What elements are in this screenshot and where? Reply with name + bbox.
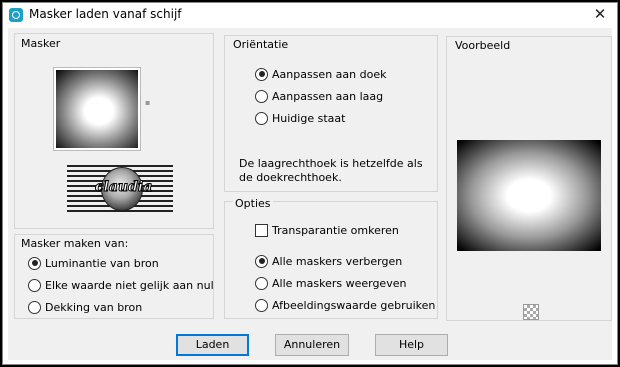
- radio-fit-layer[interactable]: Aanpassen aan laag: [255, 88, 383, 104]
- radio-luminance[interactable]: Luminantie van bron: [28, 255, 159, 271]
- checkbox-indicator[interactable]: [255, 223, 268, 237]
- mask-source-group: Masker maken van: Luminantie van bron El…: [14, 234, 214, 319]
- radio-label: Huidige staat: [272, 111, 346, 125]
- radio-indicator[interactable]: [28, 300, 41, 314]
- help-button[interactable]: Help: [375, 334, 448, 356]
- radio-label: Alle maskers verbergen: [272, 254, 403, 268]
- app-icon: [9, 8, 23, 22]
- preview-group: Voorbeeld: [446, 36, 612, 321]
- load-button[interactable]: Laden: [176, 334, 249, 356]
- radio-indicator[interactable]: [255, 298, 268, 312]
- transparency-toggle-icon[interactable]: [523, 304, 539, 320]
- thumbnail-marker-icon: ▪: [145, 98, 151, 107]
- radio-show-masks[interactable]: Alle maskers weergeven: [255, 275, 406, 291]
- radio-image-value[interactable]: Afbeeldingswaarde gebruiken: [255, 297, 435, 313]
- close-button[interactable]: ✕: [589, 4, 611, 26]
- radio-hide-masks[interactable]: Alle maskers verbergen: [255, 253, 402, 269]
- radio-opacity[interactable]: Dekking van bron: [28, 299, 142, 315]
- radio-label: Elke waarde niet gelijk aan nul: [45, 278, 214, 292]
- radio-label: Dekking van bron: [45, 300, 143, 314]
- invert-transparency-checkbox[interactable]: Transparantie omkeren: [255, 222, 399, 238]
- title-bar[interactable]: Masker laden vanaf schijf ✕: [3, 3, 617, 27]
- radio-label: Alle maskers weergeven: [272, 276, 407, 290]
- radio-indicator[interactable]: [255, 67, 268, 81]
- radio-indicator[interactable]: [255, 89, 268, 103]
- radio-label: Aanpassen aan laag: [272, 89, 384, 103]
- watermark-logo: claudia: [67, 165, 173, 215]
- masker-group: Masker ▪ claudia: [14, 33, 214, 229]
- radio-label: Luminantie van bron: [45, 256, 159, 270]
- radio-indicator[interactable]: [255, 276, 268, 290]
- window-title: Masker laden vanaf schijf: [29, 7, 182, 21]
- radio-label: Aanpassen aan doek: [272, 67, 387, 81]
- masker-group-title: Masker: [21, 37, 61, 50]
- radio-current-state[interactable]: Huidige staat: [255, 110, 345, 126]
- radio-label: Afbeeldingswaarde gebruiken: [272, 298, 436, 312]
- mask-source-title: Masker maken van:: [21, 237, 129, 250]
- radio-indicator[interactable]: [28, 256, 41, 270]
- orientation-title: Oriëntatie: [233, 38, 289, 51]
- preview-title: Voorbeeld: [455, 39, 511, 52]
- orientation-note: De laagrechthoek is hetzelfde als de doe…: [239, 157, 423, 184]
- checkbox-label: Transparantie omkeren: [272, 223, 399, 237]
- radio-indicator[interactable]: [28, 278, 41, 292]
- watermark-logo-text: claudia: [95, 179, 153, 196]
- cancel-button[interactable]: Annuleren: [275, 334, 349, 356]
- dialog-body: Masker ▪ claudia Masker maken van: Lumin…: [8, 28, 612, 360]
- options-group: Opties Transparantie omkeren Alle masker…: [224, 197, 438, 319]
- options-title: Opties: [233, 197, 273, 210]
- radio-indicator[interactable]: [255, 254, 268, 268]
- orientation-group: Oriëntatie Aanpassen aan doek Aanpassen …: [224, 35, 438, 192]
- preview-image: [457, 140, 601, 251]
- dialog-window: Masker laden vanaf schijf ✕ Masker ▪ cla…: [2, 2, 618, 365]
- radio-fit-canvas[interactable]: Aanpassen aan doek: [255, 66, 386, 82]
- radio-indicator[interactable]: [255, 111, 268, 125]
- mask-thumbnail[interactable]: [53, 67, 141, 151]
- radio-nonzero[interactable]: Elke waarde niet gelijk aan nul: [28, 277, 214, 293]
